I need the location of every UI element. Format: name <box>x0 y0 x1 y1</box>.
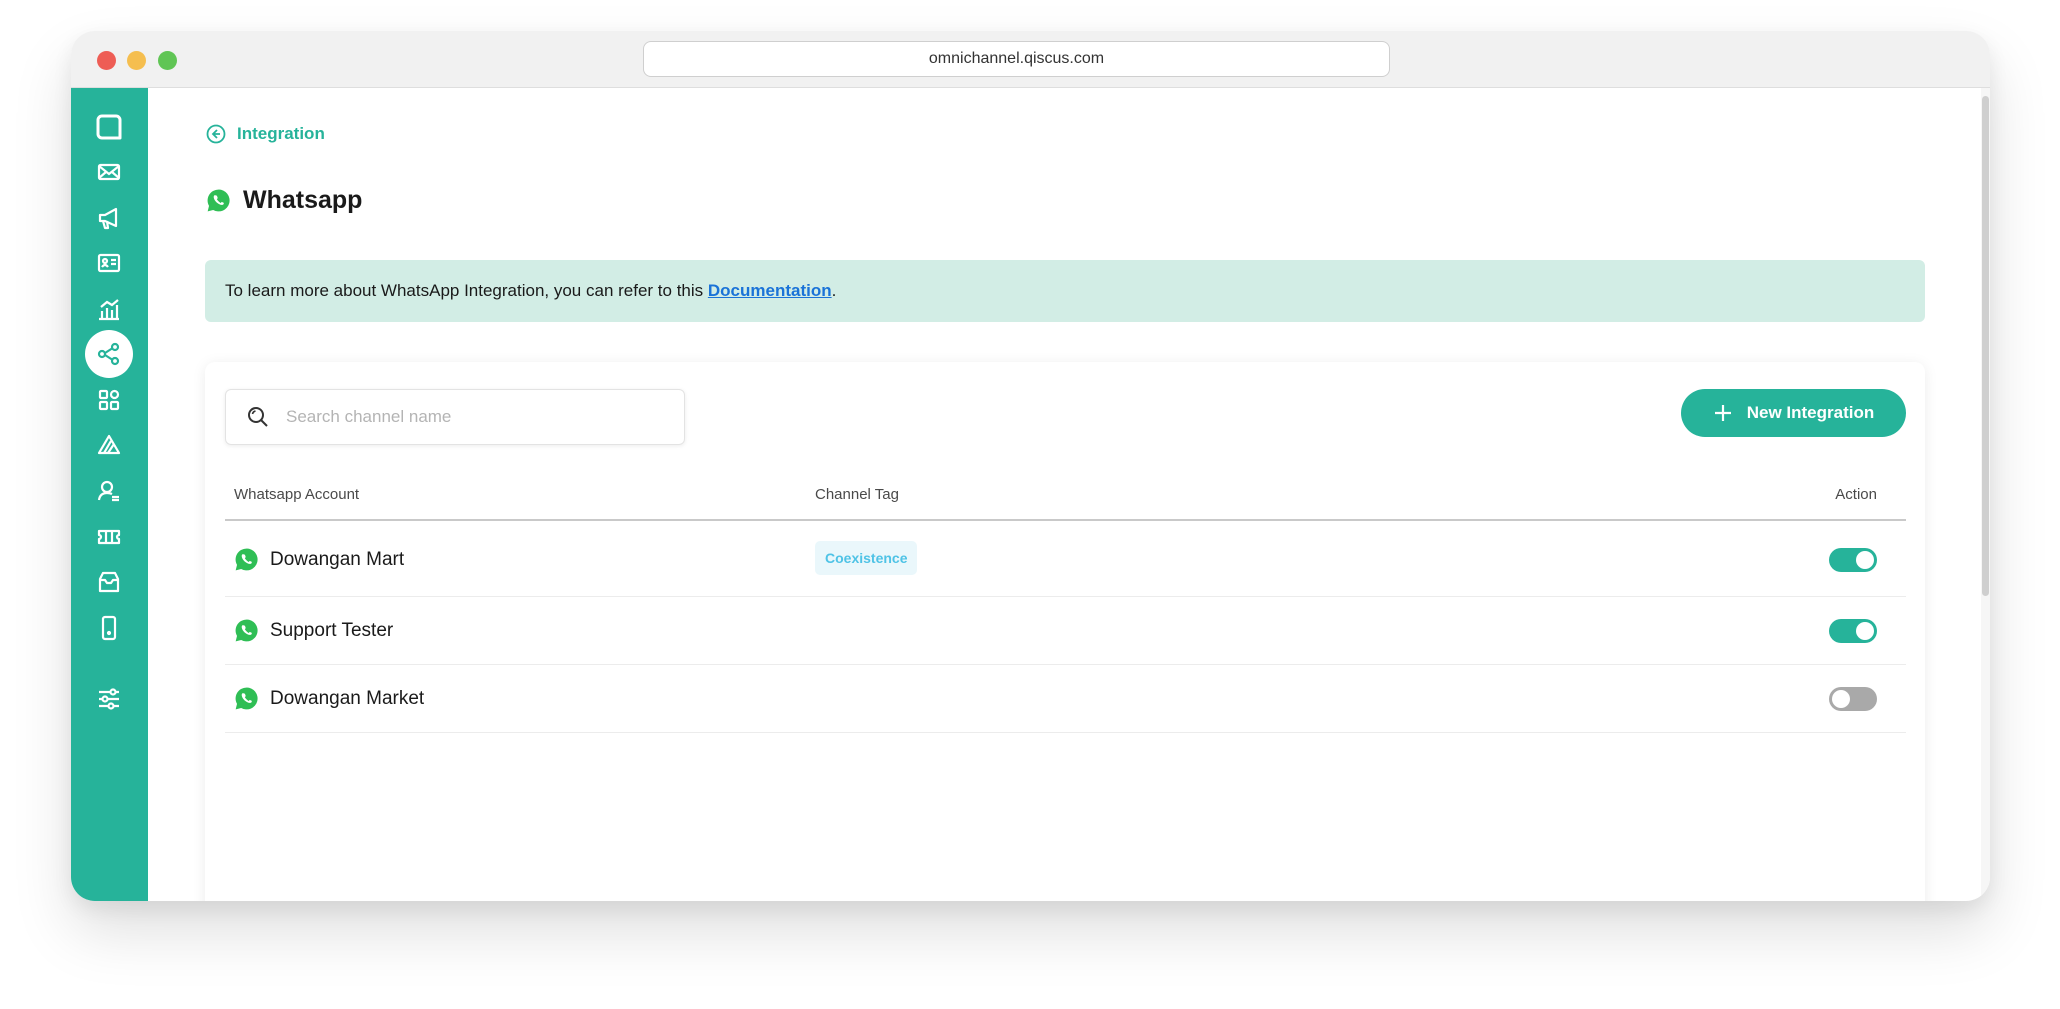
documentation-link[interactable]: Documentation <box>708 281 832 300</box>
plus-icon <box>1714 405 1731 421</box>
whatsapp-icon <box>235 687 258 710</box>
column-header-channel-tag: Channel Tag <box>815 486 899 503</box>
account-name: Support Tester <box>270 619 394 641</box>
sidebar-item-broadcast[interactable] <box>85 194 133 242</box>
arrow-left-circle-icon <box>206 124 226 144</box>
table-row: Dowangan Mart Coexistence <box>225 523 1906 597</box>
banner-text: To learn more about WhatsApp Integration… <box>225 281 836 301</box>
sidebar-item-analytics[interactable] <box>85 285 133 333</box>
banner-text-before: To learn more about WhatsApp Integration… <box>225 281 708 300</box>
account-name: Dowangan Mart <box>270 548 405 570</box>
sidebar-item-bot[interactable] <box>85 422 133 470</box>
whatsapp-icon <box>235 619 258 642</box>
table-row: Dowangan Market <box>225 665 1906 733</box>
search-input[interactable] <box>286 407 684 427</box>
mobile-icon <box>101 615 117 641</box>
settings-sliders-icon <box>99 688 119 710</box>
sidebar-item-apps[interactable] <box>85 376 133 424</box>
sidebar <box>71 88 148 901</box>
apps-grid-icon <box>98 389 120 411</box>
chat-bubble-icon <box>96 114 122 140</box>
banner-text-after: . <box>831 281 837 300</box>
integration-list-card: New Integration Whatsapp Account Channel… <box>205 362 1925 901</box>
browser-window: omnichannel.qiscus.com Integration Whats… <box>71 31 1990 901</box>
table-row: Support Tester <box>225 597 1906 665</box>
account-cell: Dowangan Mart <box>234 547 404 572</box>
account-cell: Support Tester <box>234 618 393 643</box>
analytics-icon <box>99 299 119 321</box>
sidebar-item-mobile[interactable] <box>85 604 133 652</box>
inbox-icon <box>98 571 120 593</box>
close-window-button[interactable] <box>97 51 116 70</box>
minimize-window-button[interactable] <box>127 51 146 70</box>
sidebar-item-mail[interactable] <box>85 148 133 196</box>
toggle-knob <box>1832 690 1850 708</box>
search-icon <box>248 407 268 427</box>
sidebar-item-inbox[interactable] <box>85 558 133 606</box>
account-cell: Dowangan Market <box>234 686 424 711</box>
browser-titlebar: omnichannel.qiscus.com <box>71 31 1990 88</box>
back-to-integration-link[interactable]: Integration <box>206 124 325 144</box>
toggle-knob <box>1856 622 1874 640</box>
main-content: Integration Whatsapp To learn more about… <box>148 88 1981 901</box>
integration-icon <box>97 342 120 366</box>
column-header-account: Whatsapp Account <box>234 486 360 503</box>
address-bar[interactable]: omnichannel.qiscus.com <box>643 41 1390 77</box>
sidebar-item-contacts[interactable] <box>85 239 133 287</box>
sidebar-item-tickets[interactable] <box>85 513 133 561</box>
contact-card-icon <box>97 253 121 273</box>
search-box[interactable] <box>225 389 685 445</box>
documentation-banner: To learn more about WhatsApp Integration… <box>205 260 1925 322</box>
channel-active-toggle[interactable] <box>1829 548 1877 572</box>
bot-icon <box>97 434 121 455</box>
sidebar-item-settings[interactable] <box>85 675 133 723</box>
new-integration-button[interactable]: New Integration <box>1681 389 1906 437</box>
column-header-action: Action <box>1835 486 1877 503</box>
toggle-knob <box>1856 551 1874 569</box>
sidebar-item-integration[interactable] <box>85 330 133 378</box>
address-bar-url: omnichannel.qiscus.com <box>928 50 1105 67</box>
agent-icon <box>97 480 119 502</box>
page-title: Whatsapp <box>206 186 362 215</box>
back-link-label: Integration <box>237 124 325 143</box>
sidebar-item-agents[interactable] <box>85 467 133 515</box>
sidebar-item-chat[interactable] <box>85 103 133 151</box>
scrollbar-thumb[interactable] <box>1982 96 1989 596</box>
page-title-text: Whatsapp <box>243 186 363 214</box>
table-header: Whatsapp Account Channel Tag Action <box>225 486 1906 521</box>
account-name: Dowangan Market <box>270 687 425 709</box>
ticket-icon <box>97 529 121 545</box>
whatsapp-icon <box>235 548 258 571</box>
maximize-window-button[interactable] <box>158 51 177 70</box>
page-scrollbar[interactable] <box>1981 88 1990 901</box>
channel-tag-badge: Coexistence <box>815 541 918 575</box>
whatsapp-icon <box>207 189 230 212</box>
new-integration-label: New Integration <box>1746 403 1875 422</box>
channel-active-toggle[interactable] <box>1829 687 1877 711</box>
mail-icon <box>97 163 121 181</box>
megaphone-icon <box>98 207 118 230</box>
channel-active-toggle[interactable] <box>1829 619 1877 643</box>
